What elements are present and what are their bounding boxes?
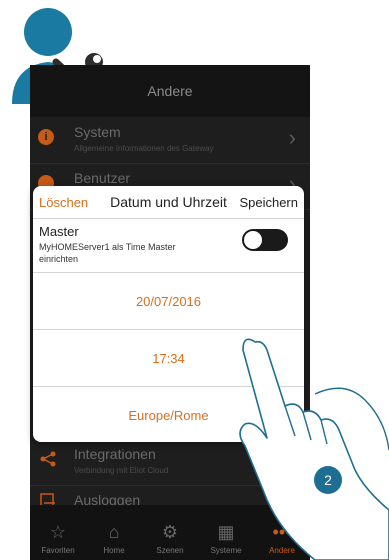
tab-home[interactable]: ⌂ Home [86, 505, 142, 560]
home-icon: ⌂ [108, 522, 120, 542]
menu-item-subtitle: Verbindung mit Eliot Cloud [74, 466, 169, 475]
step-number: 2 [324, 472, 332, 488]
step-number-badge: 2 [314, 466, 342, 494]
screen-header: Andere [30, 65, 310, 117]
save-button[interactable]: Speichern [239, 195, 298, 210]
scenes-icon: ⚙ [161, 522, 179, 542]
share-icon [40, 451, 56, 467]
pointing-hand-icon [239, 338, 389, 560]
tab-label: Szenen [156, 546, 184, 555]
menu-item-subtitle: Allgemeine Informationen des Gateway [74, 144, 214, 153]
menu-item-system[interactable]: i System Allgemeine Informationen des Ga… [30, 117, 310, 164]
star-icon: ☆ [49, 522, 67, 542]
master-row: Master MyHOMEServer1 als Time Master ein… [33, 218, 304, 273]
master-description: MyHOMEServer1 als Time Master einrichten [39, 242, 176, 264]
menu-item-title: Integrationen [74, 446, 156, 462]
timezone-value: Europe/Rome [128, 407, 209, 423]
info-icon: i [38, 129, 54, 145]
menu-item-title: System [74, 124, 121, 140]
menu-item-title: Benutzer [74, 170, 131, 186]
tab-label: Favoriten [41, 546, 75, 555]
tab-label: Home [103, 546, 125, 555]
screen-title: Andere [147, 83, 193, 99]
master-label: Master [39, 224, 79, 239]
time-value: 17:34 [152, 350, 185, 366]
tab-scenes[interactable]: ⚙ Szenen [142, 505, 198, 560]
master-toggle[interactable] [242, 229, 288, 251]
chevron-right-icon: › [288, 125, 296, 150]
tab-favorites[interactable]: ☆ Favoriten [30, 505, 86, 560]
dialog-header: Löschen Datum und Uhrzeit Speichern [33, 186, 304, 219]
toggle-knob [244, 231, 262, 249]
date-value: 20/07/2016 [135, 293, 202, 309]
